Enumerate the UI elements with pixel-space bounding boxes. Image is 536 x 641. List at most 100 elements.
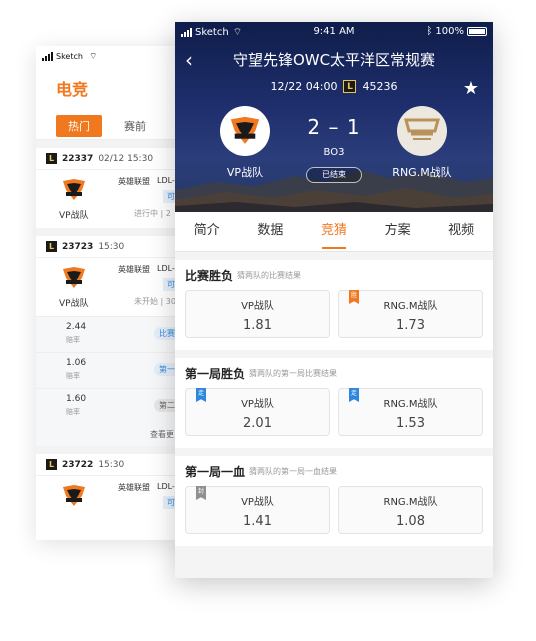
match-time: 02/12 15:30 — [98, 153, 154, 164]
section-subtitle: 猜两队的比赛结果 — [237, 270, 302, 280]
match-time: 15:30 — [98, 241, 125, 252]
section-subtitle: 猜两队的第一局比赛结果 — [249, 368, 338, 378]
league-name: LDL- — [157, 264, 175, 273]
team-logo-icon — [63, 179, 85, 200]
bet-option[interactable]: VP战队 1.81 — [185, 290, 330, 338]
game-name: 英雄联盟 — [118, 177, 150, 186]
tab-upcoming[interactable]: 赛前 — [124, 118, 146, 134]
option-team: VP战队 — [241, 301, 274, 312]
option-team: RNG.M战队 — [383, 301, 438, 312]
match-time: 15:30 — [98, 459, 125, 470]
league-icon: L — [46, 459, 57, 470]
section-header: 比赛胜负 猜两队的比赛结果 — [185, 260, 483, 290]
stage: Sketch ⌔ 电竞 热门 赛前 L 22337 02/12 15:30 VP… — [0, 0, 536, 641]
league-name: LDL- — [157, 176, 175, 185]
match-card[interactable]: L 23723 15:30 VP战队 英雄联盟 LDL- 可竞 未开始 | 30 — [36, 236, 186, 316]
odds-label: 赔率 — [66, 336, 80, 344]
section-title: 比赛胜负 — [185, 268, 234, 283]
tab-plans[interactable]: 方案 — [366, 212, 430, 251]
team-right-name: RNG.M战队 — [392, 166, 452, 179]
league-icon: L — [46, 241, 57, 252]
tab-bar: 热门 赛前 — [36, 112, 186, 140]
bet-option[interactable]: 封 VP战队 1.41 — [185, 486, 330, 534]
carrier-label: Sketch — [56, 51, 83, 61]
bet-section: 第一局胜负 猜两队的第一局比赛结果 走 VP战队 2.01 走 RNG.M战队 … — [175, 358, 493, 448]
odds-value: 1.06 — [66, 358, 87, 368]
option-odds: 2.01 — [243, 416, 272, 431]
match-id: 23722 — [62, 459, 94, 470]
match-header: L 23722 15:30 — [36, 454, 186, 476]
tab-hot[interactable]: 热门 — [56, 114, 102, 137]
bet-option[interactable]: 胜 RNG.M战队 1.73 — [338, 290, 483, 338]
team-logo-icon — [63, 485, 85, 506]
signal-icon — [42, 51, 53, 61]
section-title: 第一局胜负 — [185, 366, 246, 381]
match-id: 45236 — [362, 80, 398, 93]
wifi-icon: ⌔ — [88, 51, 98, 62]
bet-option[interactable]: RNG.M战队 1.08 — [338, 486, 483, 534]
match-body: 英雄联盟 LDL- 可竞 — [36, 476, 186, 534]
game-name: 英雄联盟 — [118, 483, 150, 492]
bet-option[interactable]: 走 VP战队 2.01 — [185, 388, 330, 436]
section-header: 第一局胜负 猜两队的第一局比赛结果 — [185, 358, 483, 388]
match-datetime: 12/22 04:00 — [270, 80, 338, 93]
tab-betting[interactable]: 竞猜 — [302, 212, 366, 251]
front-phone-screen: Sketch ⌔ 9:41 AM ᛒ 100% ‹ 守望先锋OWC太平洋区常规赛… — [175, 22, 493, 578]
tab-intro[interactable]: 简介 — [175, 212, 239, 251]
bet-section: 比赛胜负 猜两队的比赛结果 VP战队 1.81 胜 RNG.M战队 1.73 — [175, 260, 493, 350]
tab-stats[interactable]: 数据 — [239, 212, 303, 251]
team-logo-icon — [63, 267, 85, 288]
status-badge: 已结束 — [306, 167, 362, 183]
odds-value: 2.44 — [66, 322, 87, 332]
option-odds: 1.41 — [243, 514, 272, 529]
option-odds: 1.53 — [396, 416, 425, 431]
match-id: 23723 — [62, 241, 94, 252]
odds-row[interactable]: 1.60 赔率 第二局 — [36, 388, 186, 424]
team-left-name: VP战队 — [226, 166, 264, 179]
section-subtitle: 猜两队的第一局一血结果 — [249, 466, 338, 476]
status-bar: Sketch ⌔ 9:41 AM ᛒ 100% — [175, 26, 493, 40]
game-name: 英雄联盟 — [118, 265, 150, 274]
match-format: BO3 — [323, 147, 345, 158]
option-odds: 1.08 — [396, 514, 425, 529]
match-title: 守望先锋OWC太平洋区常规赛 — [232, 51, 436, 69]
league-icon: L — [343, 80, 357, 93]
match-state: 进行中 | 2 — [134, 209, 171, 218]
divider — [36, 446, 186, 454]
bet-section: 第一局一血 猜两队的第一局一血结果 封 VP战队 1.41 RNG.M战队 1.… — [175, 456, 493, 546]
match-card[interactable]: L 22337 02/12 15:30 VP战队 英雄联盟 LDL- 可竞 进行… — [36, 148, 186, 228]
section-title: 第一局一血 — [185, 464, 246, 479]
odds-label: 赔率 — [66, 408, 80, 416]
option-odds: 1.81 — [243, 318, 272, 333]
odds-label: 赔率 — [66, 372, 80, 380]
odds-row[interactable]: 1.06 赔率 第一 — [36, 352, 186, 388]
tab-video[interactable]: 视频 — [429, 212, 493, 251]
page-title: 电竞 — [56, 80, 89, 99]
match-header: L 22337 02/12 15:30 — [36, 148, 186, 170]
match-hero: Sketch ⌔ 9:41 AM ᛒ 100% ‹ 守望先锋OWC太平洋区常规赛… — [175, 22, 493, 212]
bet-option[interactable]: 走 RNG.M战队 1.53 — [338, 388, 483, 436]
battery-percent: 100% — [435, 26, 464, 37]
team-name: VP战队 — [59, 211, 89, 221]
match-score: 2 – 1 — [307, 115, 361, 139]
status-bar: Sketch ⌔ — [36, 46, 186, 66]
divider — [36, 228, 186, 236]
match-state: 未开始 | 30 — [134, 297, 176, 306]
view-more-link[interactable]: 查看更 — [36, 424, 186, 446]
back-phone-screen: Sketch ⌔ 电竞 热门 赛前 L 22337 02/12 15:30 VP… — [36, 46, 186, 540]
league-icon: L — [46, 153, 57, 164]
detail-tabs: 简介 数据 竞猜 方案 视频 — [175, 212, 493, 252]
divider — [36, 140, 186, 148]
odds-row[interactable]: 2.44 赔率 比赛 — [36, 316, 186, 352]
view-more-label: 查看更 — [150, 430, 174, 439]
option-team: RNG.M战队 — [383, 399, 438, 410]
bluetooth-icon: ᛒ — [426, 26, 433, 37]
option-odds: 1.73 — [396, 318, 425, 333]
battery-icon — [467, 27, 487, 36]
match-card[interactable]: L 23722 15:30 英雄联盟 LDL- 可竞 — [36, 454, 186, 534]
favorite-star-icon[interactable]: ★ — [463, 78, 479, 99]
section-header: 第一局一血 猜两队的第一局一血结果 — [185, 456, 483, 486]
match-id: 22337 — [62, 153, 94, 164]
league-name: LDL- — [157, 482, 175, 491]
match-body: VP战队 英雄联盟 LDL- 可竞 未开始 | 30 — [36, 258, 186, 316]
